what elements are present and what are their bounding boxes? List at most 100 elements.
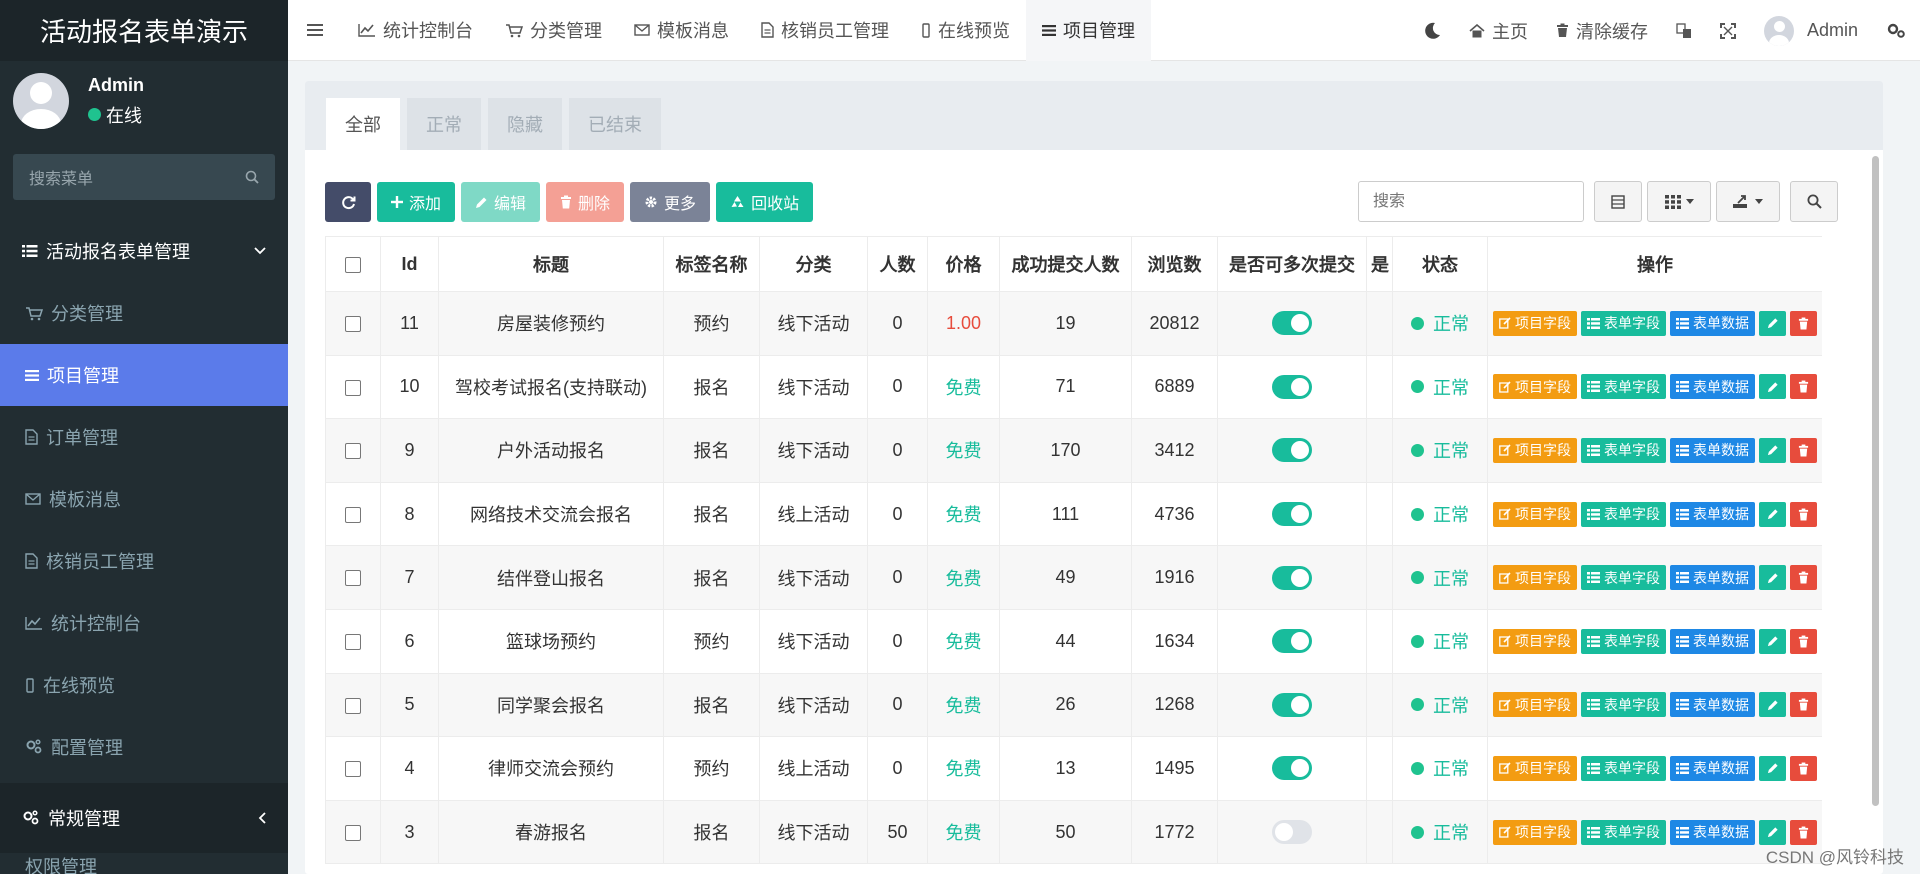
multi-submit-toggle[interactable] [1272, 629, 1312, 654]
nav-tab-preview[interactable]: 在线预览 [905, 0, 1026, 61]
row-delete-button[interactable] [1790, 692, 1817, 718]
theme-toggle-button[interactable] [1409, 0, 1455, 61]
form-fields-button[interactable]: 表单字段 [1581, 628, 1666, 654]
multi-submit-toggle[interactable] [1272, 311, 1312, 336]
toggle-view-button[interactable] [1594, 181, 1642, 222]
row-delete-button[interactable] [1790, 310, 1817, 336]
project-fields-button[interactable]: 项目字段 [1493, 692, 1577, 718]
row-checkbox[interactable] [345, 443, 361, 460]
sidebar-item-staff[interactable]: 核销员工管理 [0, 530, 288, 592]
form-fields-button[interactable]: 表单字段 [1581, 310, 1666, 336]
nav-tab-dashboard[interactable]: 统计控制台 [342, 0, 489, 61]
row-select-cell[interactable] [325, 545, 381, 610]
project-fields-button[interactable]: 项目字段 [1493, 628, 1577, 654]
user-menu[interactable]: Admin [1750, 0, 1872, 61]
table-search-input[interactable] [1358, 181, 1584, 222]
row-select-cell[interactable] [325, 418, 381, 483]
form-fields-button[interactable]: 表单字段 [1581, 501, 1666, 527]
form-fields-button[interactable]: 表单字段 [1581, 819, 1666, 845]
row-edit-button[interactable] [1759, 501, 1786, 527]
row-edit-button[interactable] [1759, 310, 1786, 336]
column-header[interactable]: 分类 [759, 236, 868, 292]
fullscreen-button[interactable] [1706, 0, 1750, 61]
tab-normal[interactable]: 正常 [407, 98, 481, 150]
brand-title[interactable]: 活动报名表单演示 [0, 0, 288, 61]
column-header[interactable]: 成功提交人数 [999, 236, 1132, 292]
language-button[interactable] [1662, 0, 1706, 61]
row-delete-button[interactable] [1790, 374, 1817, 400]
row-select-cell[interactable] [325, 354, 381, 420]
project-fields-button[interactable]: 项目字段 [1493, 755, 1577, 781]
sidebar-group-activity[interactable]: 活动报名表单管理 [0, 220, 288, 282]
nav-tab-template-messages[interactable]: 模板消息 [618, 0, 745, 61]
tab-hidden[interactable]: 隐藏 [488, 98, 562, 150]
project-fields-button[interactable]: 项目字段 [1493, 565, 1577, 591]
row-edit-button[interactable] [1759, 565, 1786, 591]
sidebar-item-projects[interactable]: 项目管理 [0, 344, 288, 406]
table-row[interactable]: 10 驾校考试报名(支持联动) 报名 线下活动 0 免费 71 6889 正常 项目字段 表单字段 表… [325, 354, 1822, 420]
row-select-cell[interactable] [325, 736, 381, 801]
home-link[interactable]: 主页 [1455, 0, 1542, 61]
row-checkbox[interactable] [345, 506, 361, 523]
form-fields-button[interactable]: 表单字段 [1581, 437, 1666, 463]
multi-submit-toggle[interactable] [1272, 374, 1312, 399]
row-select-cell[interactable] [325, 672, 381, 738]
form-data-button[interactable]: 表单数据 [1670, 310, 1755, 336]
refresh-button[interactable] [325, 182, 371, 222]
multi-submit-toggle[interactable] [1272, 565, 1312, 590]
form-data-button[interactable]: 表单数据 [1670, 437, 1755, 463]
form-data-button[interactable]: 表单数据 [1670, 628, 1755, 654]
edit-button[interactable]: 编辑 [461, 182, 541, 222]
column-header[interactable]: 是 [1366, 236, 1393, 292]
form-data-button[interactable]: 表单数据 [1670, 501, 1755, 527]
nav-tab-staff[interactable]: 核销员工管理 [745, 0, 905, 61]
tab-all[interactable]: 全部 [326, 98, 400, 150]
export-dropdown[interactable] [1716, 181, 1780, 222]
row-checkbox[interactable] [345, 379, 361, 396]
column-header[interactable]: 标签名称 [663, 236, 760, 292]
advanced-search-button[interactable] [1790, 181, 1838, 222]
row-edit-button[interactable] [1759, 819, 1786, 845]
sidebar-item-config[interactable]: 配置管理 [0, 716, 288, 778]
table-row[interactable]: 8 网络技术交流会报名 报名 线上活动 0 免费 111 4736 正常 项目字段 表单字段 表单数据 [325, 481, 1822, 547]
row-delete-button[interactable] [1790, 437, 1817, 463]
row-delete-button[interactable] [1790, 501, 1817, 527]
project-fields-button[interactable]: 项目字段 [1493, 501, 1577, 527]
column-header[interactable]: Id [380, 236, 439, 292]
more-button[interactable]: 更多 [630, 182, 711, 222]
row-checkbox[interactable] [345, 570, 361, 587]
row-delete-button[interactable] [1790, 819, 1817, 845]
table-row[interactable]: 11 房屋装修预约 预约 线下活动 0 1.00 19 20812 正常 项目字段 表单字段 表单数据 [325, 291, 1822, 356]
row-checkbox[interactable] [345, 824, 361, 841]
sidebar-item-category[interactable]: 分类管理 [0, 282, 288, 344]
form-fields-button[interactable]: 表单字段 [1581, 755, 1666, 781]
form-data-button[interactable]: 表单数据 [1670, 692, 1755, 718]
multi-submit-toggle[interactable] [1272, 756, 1312, 781]
column-header[interactable]: 是否可多次提交 [1217, 236, 1367, 292]
table-row[interactable]: 3 春游报名 报名 线下活动 50 免费 50 1772 正常 项目字段 表单字段 表单数据 [325, 799, 1822, 865]
sidebar-search-input[interactable]: 搜索菜单 [13, 154, 275, 200]
add-button[interactable]: 添加 [377, 182, 456, 222]
form-fields-button[interactable]: 表单字段 [1581, 692, 1666, 718]
row-edit-button[interactable] [1759, 692, 1786, 718]
table-row[interactable]: 4 律师交流会预约 预约 线上活动 0 免费 13 1495 正常 项目字段 表单字段 表单数据 [325, 736, 1822, 801]
row-checkbox[interactable] [345, 634, 361, 651]
multi-submit-toggle[interactable] [1272, 692, 1312, 717]
row-checkbox[interactable] [345, 761, 361, 778]
project-fields-button[interactable]: 项目字段 [1493, 310, 1577, 336]
form-fields-button[interactable]: 表单字段 [1581, 565, 1666, 591]
column-header[interactable]: 人数 [867, 236, 928, 292]
row-select-cell[interactable] [325, 799, 381, 865]
sidebar-item-template-messages[interactable]: 模板消息 [0, 468, 288, 530]
table-row[interactable]: 9 户外活动报名 报名 线下活动 0 免费 170 3412 正常 项目字段 表单字段 表单数据 [325, 418, 1822, 483]
row-delete-button[interactable] [1790, 628, 1817, 654]
table-row[interactable]: 5 同学聚会报名 报名 线下活动 0 免费 26 1268 正常 项目字段 表单字段 表单数据 [325, 672, 1822, 738]
multi-submit-toggle[interactable] [1272, 502, 1312, 527]
column-header[interactable]: 价格 [927, 236, 1000, 292]
row-delete-button[interactable] [1790, 755, 1817, 781]
row-delete-button[interactable] [1790, 565, 1817, 591]
column-header[interactable]: 状态 [1392, 236, 1488, 292]
tab-ended[interactable]: 已结束 [569, 98, 661, 150]
select-all-checkbox[interactable] [345, 256, 361, 273]
row-edit-button[interactable] [1759, 437, 1786, 463]
